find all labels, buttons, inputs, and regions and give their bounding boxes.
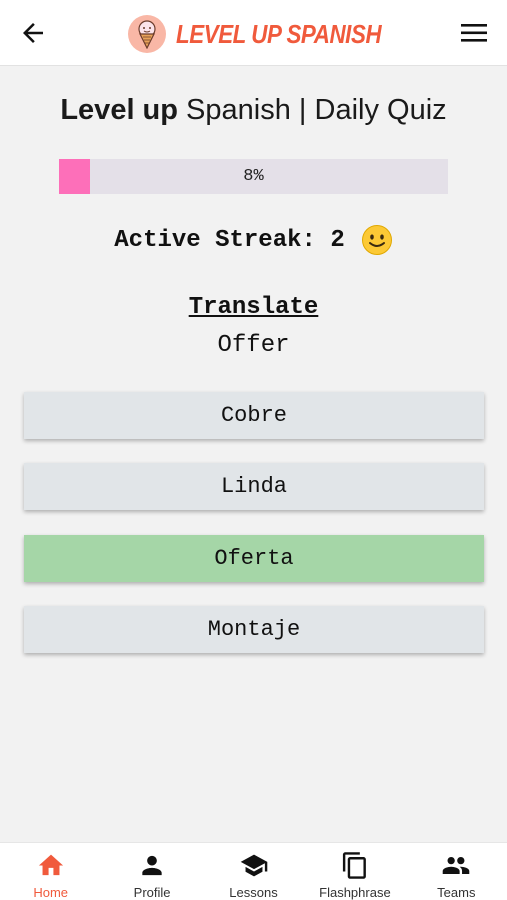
page-title-bold: Level up — [60, 94, 178, 126]
person-icon — [142, 855, 162, 876]
question-word: Offer — [217, 332, 290, 359]
nav-item-flashphrase[interactable]: Flashphrase — [304, 843, 405, 900]
nav-label: Lessons — [229, 885, 278, 900]
menu-button[interactable] — [459, 20, 489, 46]
answer-option[interactable]: Linda — [24, 463, 484, 510]
smiling-face-icon — [361, 224, 393, 256]
nav-item-profile[interactable]: Profile — [101, 843, 202, 900]
active-streak: Active Streak: 2 — [0, 224, 507, 256]
group-icon — [443, 857, 470, 874]
page-title: Level up Spanish | Daily Quiz — [0, 94, 507, 127]
answer-option[interactable]: Cobre — [24, 392, 484, 439]
nav-label: Flashphrase — [319, 885, 391, 900]
back-button[interactable] — [18, 18, 48, 48]
nav-label: Profile — [133, 885, 171, 900]
arrow-left-icon — [23, 23, 43, 43]
answer-option[interactable]: Montaje — [24, 606, 484, 653]
nav-label: Home — [33, 885, 69, 900]
ice-cream-logo-icon — [128, 15, 166, 53]
nav-item-teams[interactable]: Teams — [406, 843, 507, 900]
question-prompt: Translate — [0, 294, 507, 321]
bottom-navigation: Home Profile Lessons Flashphrase Teams — [0, 842, 507, 900]
progress-label: 8% — [243, 167, 264, 186]
hamburger-menu-icon — [461, 24, 487, 42]
progress-bar: 8% — [59, 159, 448, 194]
answer-option-correct[interactable]: Oferta — [24, 535, 484, 582]
graduation-cap-icon — [240, 854, 267, 877]
page-title-rest: Spanish | Daily Quiz — [178, 94, 447, 126]
streak-label: Active Streak: 2 — [114, 226, 345, 254]
brand: LEVEL UP SPANISH — [128, 14, 415, 54]
question-prompt-text: Translate — [188, 294, 319, 321]
home-icon — [38, 854, 63, 876]
app-bar: LEVEL UP SPANISH — [0, 0, 507, 66]
copy-cards-icon — [342, 852, 366, 879]
nav-item-lessons[interactable]: Lessons — [203, 843, 304, 900]
brand-name: LEVEL UP SPANISH — [176, 18, 382, 49]
nav-item-home[interactable]: Home — [0, 843, 101, 900]
nav-label: Teams — [437, 885, 476, 900]
